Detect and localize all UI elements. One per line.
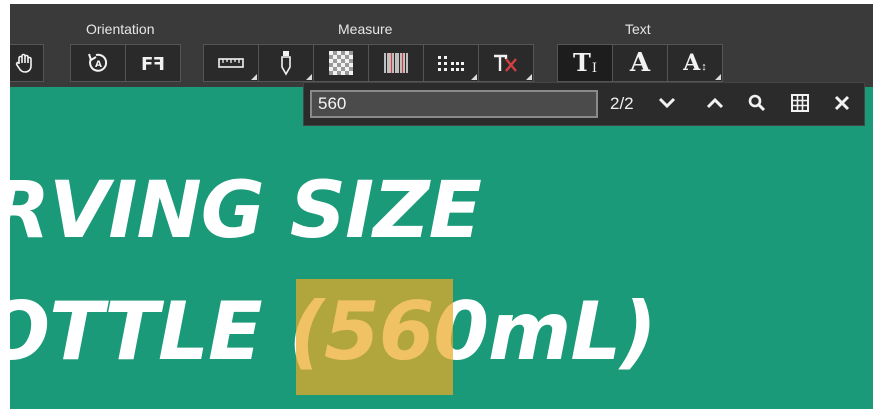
toolbar: Orientation Measure Text A FF T I A A ↕ xyxy=(10,4,873,87)
eyedropper-dropdown-indicator xyxy=(306,74,312,80)
group-label-orientation: Orientation xyxy=(86,21,155,37)
search-match-highlight xyxy=(296,279,453,395)
text-size-glyph: A xyxy=(683,50,701,76)
group-label-measure: Measure xyxy=(338,21,393,37)
ruler-icon xyxy=(218,56,244,70)
search-button[interactable] xyxy=(744,92,770,118)
svg-text:F: F xyxy=(153,54,165,74)
flip-button[interactable]: FF xyxy=(125,44,181,82)
search-icon xyxy=(748,94,766,117)
table-grid-icon xyxy=(791,93,809,117)
text-size-arrow: ↕ xyxy=(701,61,707,73)
text-select-button[interactable]: T I xyxy=(557,44,613,82)
ruler-button[interactable] xyxy=(203,44,259,82)
svg-text:F: F xyxy=(141,54,153,74)
text-cursor-glyph: I xyxy=(591,61,597,76)
find-match-count: 2/2 xyxy=(610,94,634,113)
previous-match-button[interactable] xyxy=(702,92,728,118)
text-size-dropdown-indicator xyxy=(715,74,721,80)
barcode-icon xyxy=(383,51,409,75)
font-button[interactable]: A xyxy=(612,44,668,82)
dot-grid-dropdown-indicator xyxy=(471,74,477,80)
hand-icon xyxy=(14,52,36,74)
ruler-dropdown-indicator xyxy=(251,74,257,80)
checkerboard-icon xyxy=(329,51,353,75)
find-input[interactable] xyxy=(310,90,598,118)
text-size-button[interactable]: A ↕ xyxy=(667,44,723,82)
group-label-text: Text xyxy=(625,21,651,37)
text-size-icon: A ↕ xyxy=(683,52,707,74)
chevron-up-icon xyxy=(706,96,724,114)
app-frame: Orientation Measure Text A FF T I A A ↕ … xyxy=(10,4,873,409)
pattern-button[interactable] xyxy=(313,44,369,82)
text-compare-dropdown-indicator xyxy=(526,74,532,80)
text-exclude-icon xyxy=(492,53,520,73)
dot-grid-button[interactable] xyxy=(423,44,479,82)
pan-button[interactable] xyxy=(10,44,44,82)
chevron-down-icon xyxy=(658,96,676,114)
text-compare-button[interactable] xyxy=(478,44,534,82)
close-icon xyxy=(834,95,850,116)
close-find-button[interactable] xyxy=(829,92,855,118)
rotate-icon: A xyxy=(85,51,111,75)
next-match-button[interactable] xyxy=(654,92,680,118)
text-select-icon: T I xyxy=(573,48,597,77)
document-text-line-1: RVING SIZE xyxy=(10,166,482,256)
font-icon: A xyxy=(629,48,651,78)
text-select-glyph: T xyxy=(573,48,591,77)
search-options-button[interactable] xyxy=(787,92,813,118)
eyedropper-button[interactable] xyxy=(258,44,314,82)
find-bar: 2/2 xyxy=(303,82,865,126)
flip-text-icon: FF xyxy=(139,52,167,74)
svg-text:A: A xyxy=(95,60,102,70)
rotate-button[interactable]: A xyxy=(70,44,126,82)
barcode-button[interactable] xyxy=(368,44,424,82)
dot-grid-icon xyxy=(437,55,465,71)
eyedropper-icon xyxy=(279,50,293,76)
